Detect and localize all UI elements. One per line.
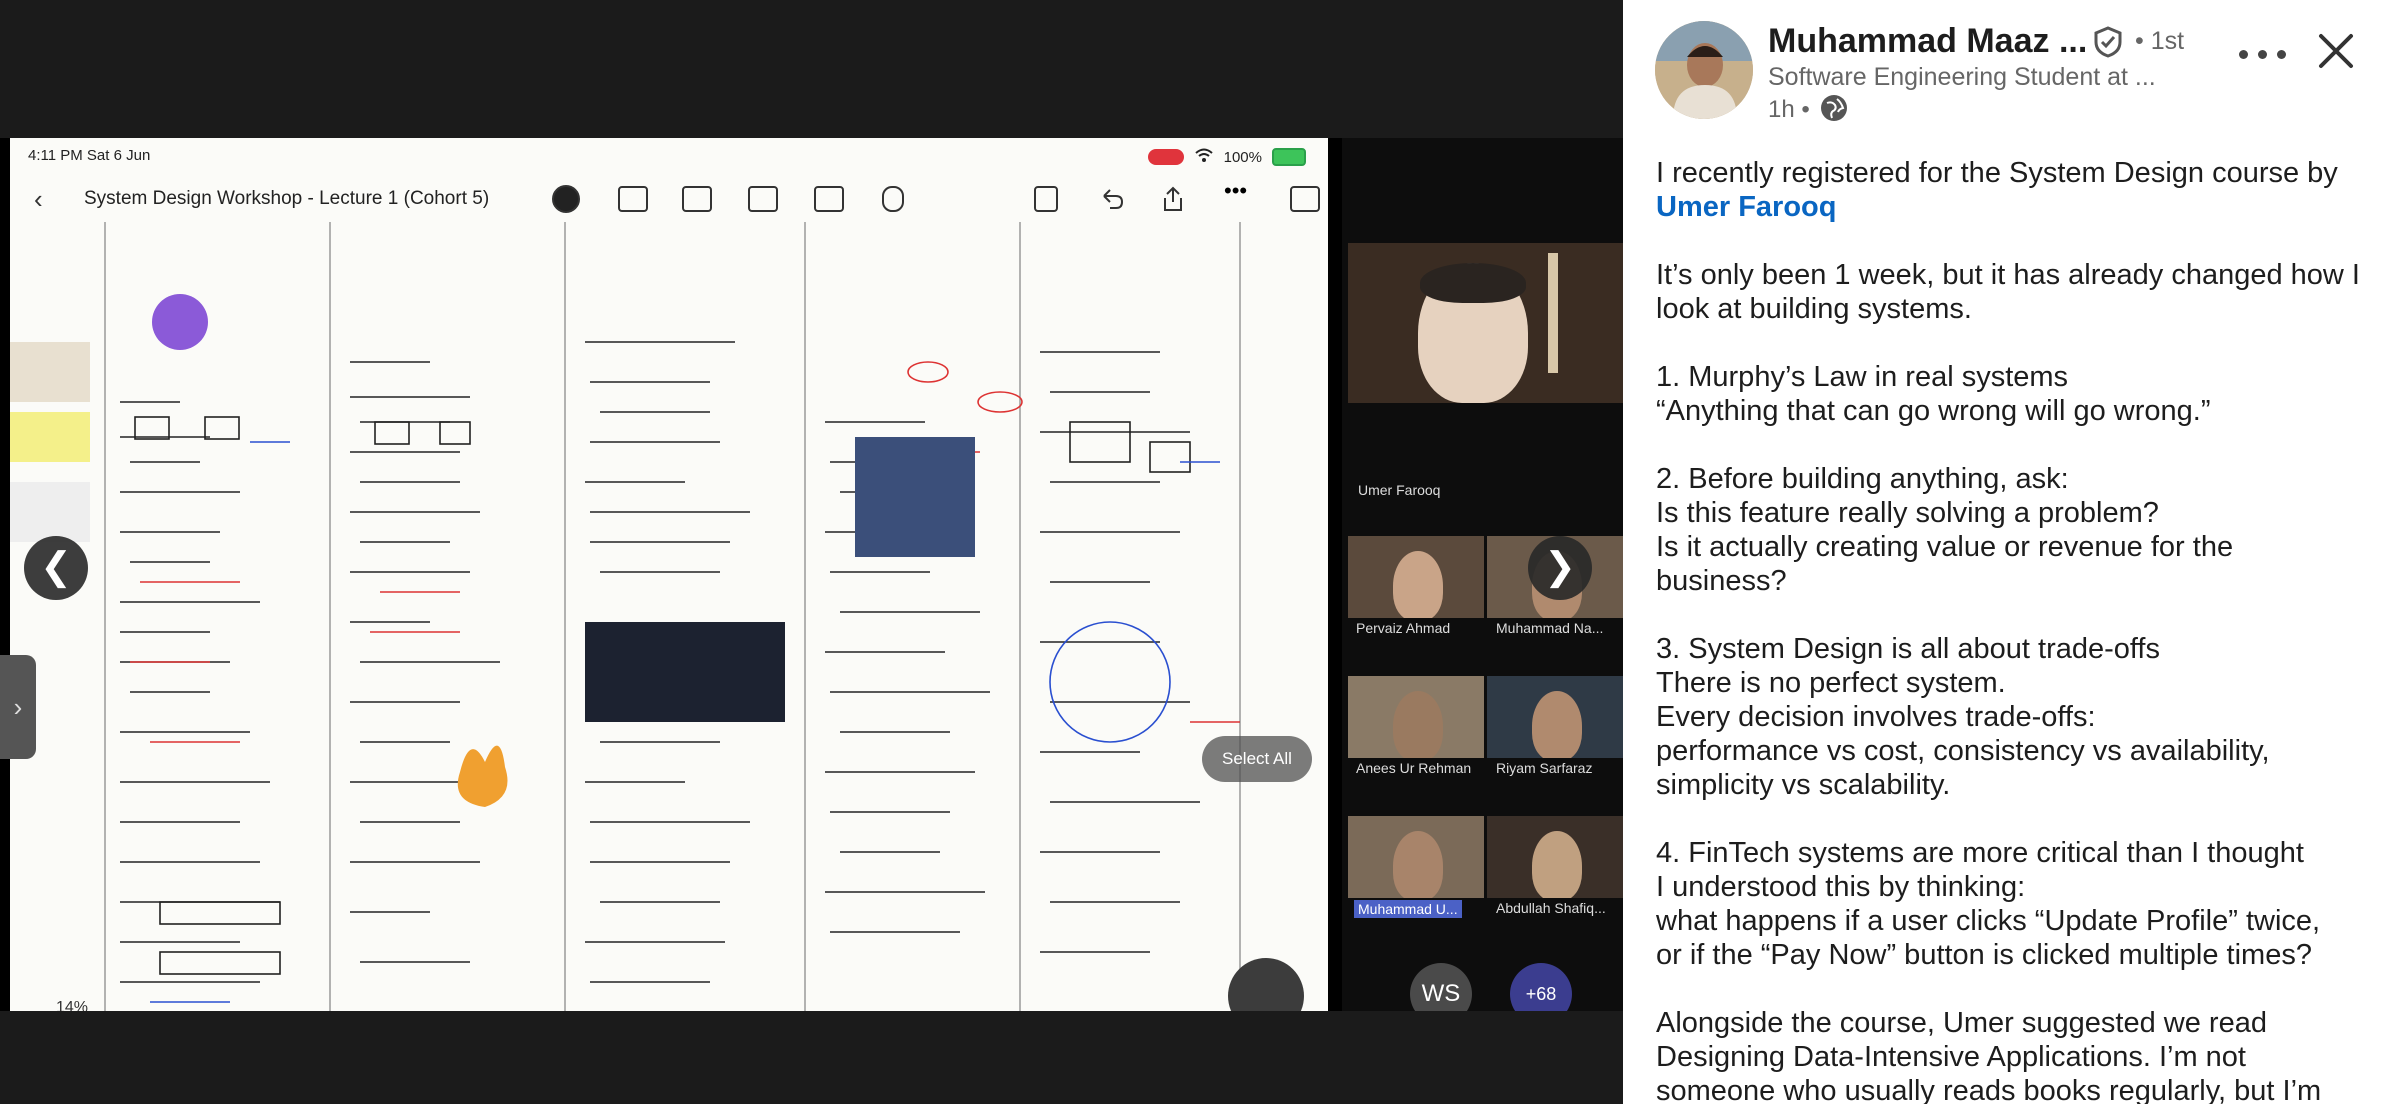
post-line: performance vs cost, consistency vs avai… xyxy=(1656,735,2270,767)
lamp-shape xyxy=(1548,253,1558,373)
post-line: someone who usually reads books regularl… xyxy=(1656,1075,2322,1104)
post-paragraph: 1. Murphy’s Law in real systems “Anythin… xyxy=(1656,360,2366,428)
participant-tile xyxy=(1487,816,1623,898)
note-app-toolbar: ‹ System Design Workshop - Lecture 1 (Co… xyxy=(10,172,1328,222)
attachment-icon xyxy=(882,186,904,212)
participant-name: Pervaiz Ahmad xyxy=(1356,620,1451,636)
battery-percent: 100% xyxy=(1223,148,1262,166)
participant-tile xyxy=(1487,676,1623,758)
participant-avatar: WS xyxy=(1410,963,1472,1011)
status-time: 4:11 PM Sat 6 Jun xyxy=(28,147,151,164)
shared-screen-image: 4:11 PM Sat 6 Jun 100% ‹ System Design W… xyxy=(0,138,1623,1011)
sticky-note-icon xyxy=(748,186,778,212)
select-all-button: Select All xyxy=(1202,736,1312,782)
post-paragraph: 2. Before building anything, ask: Is thi… xyxy=(1656,462,2366,598)
post-line: 1. Murphy’s Law in real systems xyxy=(1656,361,2069,393)
post-line: Is this feature really solving a problem… xyxy=(1656,497,2159,529)
author-headline: Software Engineering Student at ... xyxy=(1768,63,2156,91)
post-line: look at building systems. xyxy=(1656,293,1972,325)
post-line: 3. System Design is all about trade-offs xyxy=(1656,633,2160,665)
globe-icon xyxy=(1819,93,1849,123)
edit-icon xyxy=(1290,186,1320,212)
post-line: It’s only been 1 week, but it has alread… xyxy=(1656,259,2360,291)
share-icon xyxy=(1160,186,1186,211)
post-paragraph: It’s only been 1 week, but it has alread… xyxy=(1656,258,2366,326)
post-text: I recently registered for the System Des… xyxy=(1656,156,2366,1104)
back-chevron-icon: ‹ xyxy=(34,184,43,214)
participant-name: Muhammad Na... xyxy=(1496,620,1604,636)
text-tool-icon xyxy=(618,186,648,212)
participant-name: Anees Ur Rehman xyxy=(1356,760,1472,776)
participant-name: Abdullah Shafiq... xyxy=(1496,900,1606,916)
dot xyxy=(2239,50,2248,59)
table-tool-icon xyxy=(814,186,844,212)
trash-icon xyxy=(1034,186,1058,212)
post-line: Is it actually creating value or revenue… xyxy=(1656,531,2234,563)
more-participants-badge: +68 xyxy=(1510,963,1572,1011)
author-avatar[interactable] xyxy=(1655,21,1753,119)
shapes-tool-icon xyxy=(682,186,712,212)
wifi-icon xyxy=(1194,147,1214,167)
participant-name-active: Muhammad U... xyxy=(1354,900,1462,918)
previous-image-button[interactable]: ❮ xyxy=(24,536,88,600)
post-intro-text: I recently registered for the System Des… xyxy=(1656,157,2338,189)
verified-shield-icon xyxy=(2093,26,2123,58)
whiteboard-canvas: 14% xyxy=(10,222,1328,1011)
post-line: Alongside the course, Umer suggested we … xyxy=(1656,1007,2267,1039)
canvas-zoom-level: 14% xyxy=(56,999,89,1011)
participant-tile xyxy=(1348,816,1484,898)
post-line: or if the “Pay Now” button is clicked mu… xyxy=(1656,939,2312,971)
post-line: Designing Data-Intensive Applications. I… xyxy=(1656,1041,2246,1073)
speaker-hair xyxy=(1420,263,1526,303)
participant-tile xyxy=(1348,536,1484,618)
more-icon: ••• xyxy=(1224,178,1248,203)
post-line: Every decision involves trade-offs: xyxy=(1656,701,2096,733)
dot xyxy=(2277,50,2286,59)
post-paragraph: 4. FinTech systems are more critical tha… xyxy=(1656,836,2366,972)
speaker-name-label: Umer Farooq xyxy=(1358,482,1441,498)
post-line: 4. FinTech systems are more critical tha… xyxy=(1656,837,2304,869)
post-detail-panel: Muhammad Maaz ... • 1st Software Enginee… xyxy=(1623,0,2386,1104)
participant-name: Riyam Sarfaraz xyxy=(1496,760,1593,776)
speaker-video xyxy=(1348,243,1623,403)
post-line: I understood this by thinking: xyxy=(1656,871,2026,903)
post-line: simplicity vs scalability. xyxy=(1656,769,1951,801)
document-title: System Design Workshop - Lecture 1 (Coho… xyxy=(84,188,490,209)
tablet-status-bar: 4:11 PM Sat 6 Jun 100% xyxy=(10,138,1328,172)
post-paragraph: 3. System Design is all about trade-offs… xyxy=(1656,632,2366,802)
post-line: 2. Before building anything, ask: xyxy=(1656,463,2069,495)
more-options-button[interactable] xyxy=(2233,36,2293,72)
mention-link[interactable]: Umer Farooq xyxy=(1656,191,1836,223)
post-paragraph: I recently registered for the System Des… xyxy=(1656,156,2366,224)
post-paragraph: Alongside the course, Umer suggested we … xyxy=(1656,1006,2366,1104)
connection-degree: • 1st xyxy=(2135,27,2185,55)
undo-icon xyxy=(1098,186,1124,209)
close-icon[interactable] xyxy=(2313,28,2359,74)
media-viewer: 4:11 PM Sat 6 Jun 100% ‹ System Design W… xyxy=(0,0,1623,1104)
participant-tile xyxy=(1348,676,1484,758)
post-timestamp: 1h • xyxy=(1768,96,1810,123)
recording-indicator-icon xyxy=(1147,149,1184,165)
post-line: business? xyxy=(1656,565,1787,597)
next-image-button[interactable]: ❯ xyxy=(1528,536,1592,600)
whiteboard-screenshot: 4:11 PM Sat 6 Jun 100% ‹ System Design W… xyxy=(10,138,1328,1011)
author-name[interactable]: Muhammad Maaz ... xyxy=(1768,22,2087,61)
post-line: There is no perfect system. xyxy=(1656,667,2006,699)
expand-sidebar-tab[interactable]: › xyxy=(0,655,36,759)
pen-tool-icon xyxy=(552,185,580,213)
battery-icon xyxy=(1272,148,1306,166)
post-line: what happens if a user clicks “Update Pr… xyxy=(1656,905,2321,937)
handwritten-notes xyxy=(10,222,1241,1011)
post-line: “Anything that can go wrong will go wron… xyxy=(1656,395,2211,427)
dot xyxy=(2258,50,2267,59)
